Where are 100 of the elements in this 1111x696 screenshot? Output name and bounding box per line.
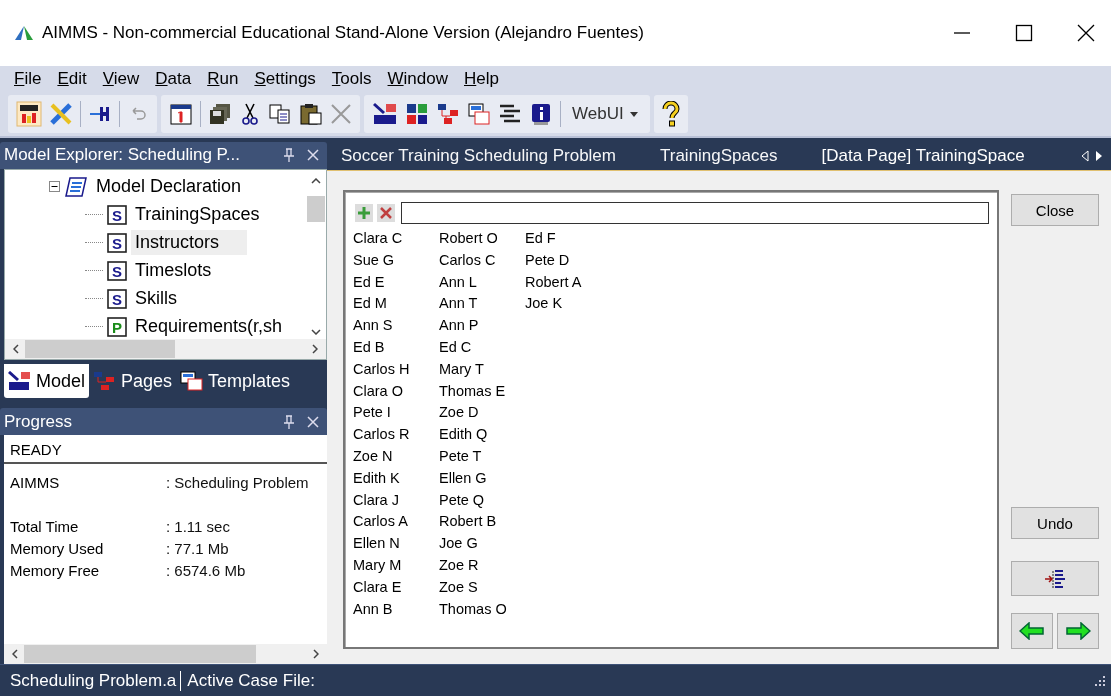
set-element[interactable]: Ed F <box>525 228 611 250</box>
set-element[interactable]: Zoe S <box>439 576 525 599</box>
cut-icon[interactable] <box>239 102 261 126</box>
add-icon[interactable] <box>355 204 373 222</box>
set-element[interactable]: Pete D <box>525 249 611 272</box>
set-element[interactable]: Joe G <box>439 533 525 555</box>
set-element[interactable]: Carlos H <box>353 358 439 381</box>
set-element[interactable]: Clara C <box>353 228 439 250</box>
menu-item[interactable]: Window <box>381 69 454 89</box>
close-button[interactable]: Close <box>1011 194 1099 226</box>
info-icon[interactable] <box>529 102 553 126</box>
horizontal-scrollbar[interactable] <box>5 339 326 360</box>
menu-item[interactable]: File <box>8 69 48 89</box>
paste-icon[interactable] <box>299 102 323 126</box>
set-element[interactable]: Ed E <box>353 271 439 294</box>
set-element[interactable]: Zoe N <box>353 445 439 468</box>
tree-button[interactable] <box>1011 561 1099 596</box>
set-element[interactable]: Ann T <box>439 293 525 316</box>
set-element[interactable]: Zoe D <box>439 402 525 425</box>
input-field[interactable] <box>401 202 989 224</box>
set-element[interactable]: Pete T <box>439 445 525 468</box>
set-element[interactable]: Mary M <box>353 554 439 577</box>
panel-tab[interactable]: Templates <box>176 364 295 398</box>
tab-left-icon[interactable] <box>1081 150 1089 162</box>
panel-tab[interactable]: Model <box>4 364 90 398</box>
set-element[interactable]: Thomas O <box>439 598 525 621</box>
set-element[interactable]: Thomas E <box>439 380 525 403</box>
maximize-icon[interactable] <box>1015 24 1033 42</box>
scroll-down-icon[interactable] <box>311 329 321 336</box>
tree-item[interactable]: Instructors <box>131 230 248 256</box>
set-element[interactable]: Ed B <box>353 337 439 359</box>
set-element[interactable]: Clara O <box>353 380 439 403</box>
info-label: AIMMS <box>10 473 61 493</box>
document-tab[interactable]: [Data Page] TrainingSpace <box>821 146 1025 166</box>
set-element[interactable]: Ann L <box>439 271 525 294</box>
menu-item[interactable]: Data <box>149 69 198 89</box>
set-element[interactable]: Robert O <box>439 228 525 250</box>
scroll-left-icon[interactable] <box>13 344 19 355</box>
scroll-thumb[interactable] <box>24 645 256 663</box>
set-icon: S <box>107 232 127 253</box>
set-element[interactable]: Joe K <box>525 293 611 316</box>
back-button[interactable] <box>1011 613 1053 649</box>
user-chart-icon[interactable] <box>16 101 42 127</box>
set-element[interactable]: Clara E <box>353 576 439 599</box>
set-element[interactable]: Sue G <box>353 249 439 272</box>
webui-dropdown[interactable]: WebUI <box>568 104 642 124</box>
set-element[interactable]: Ed C <box>439 337 525 359</box>
collapse-icon[interactable] <box>49 181 60 193</box>
pin-icon[interactable] <box>283 148 295 163</box>
set-element[interactable]: Robert A <box>525 271 611 294</box>
set-element[interactable]: Ellen G <box>439 467 525 490</box>
panel-tab[interactable]: Pages <box>89 364 177 398</box>
page-manager-icon[interactable] <box>436 102 460 126</box>
tree-item[interactable]: Requirements(r,sh <box>131 314 287 340</box>
set-element[interactable]: Ann S <box>353 315 439 337</box>
scroll-thumb[interactable] <box>25 340 175 359</box>
set-element[interactable]: Edith K <box>353 467 439 490</box>
undo-button[interactable]: Undo <box>1011 507 1099 539</box>
calendar-icon[interactable] <box>169 102 193 126</box>
menu-item[interactable]: Tools <box>325 69 378 89</box>
menu-item[interactable]: Help <box>458 69 505 89</box>
save-all-icon[interactable] <box>208 102 232 126</box>
menu-item[interactable]: View <box>96 69 146 89</box>
tree-item[interactable]: Model Declaration <box>92 174 246 200</box>
menu-item[interactable]: Run <box>201 69 245 89</box>
scroll-thumb[interactable] <box>307 195 325 222</box>
pin-icon[interactable] <box>283 414 295 429</box>
set-element[interactable]: Edith Q <box>439 424 525 446</box>
tab-right-icon[interactable] <box>1095 150 1103 162</box>
menu-item[interactable]: Edit <box>51 69 93 89</box>
set-element[interactable]: Robert B <box>439 511 525 534</box>
template-icon[interactable] <box>467 102 491 126</box>
set-element[interactable]: Ann P <box>439 315 525 337</box>
set-element[interactable]: Ann B <box>353 598 439 621</box>
set-element[interactable]: Pete I <box>353 402 439 425</box>
tree-item[interactable]: TrainingSpaces <box>131 202 264 228</box>
horizontal-scrollbar[interactable] <box>4 644 327 664</box>
close-icon[interactable] <box>1077 24 1095 42</box>
help-icon[interactable] <box>661 101 680 127</box>
copy-icon[interactable] <box>268 102 292 126</box>
delete-icon[interactable] <box>377 204 395 222</box>
scroll-right-icon[interactable] <box>313 649 319 659</box>
scroll-left-icon[interactable] <box>12 649 18 659</box>
document-tab[interactable]: TrainingSpaces <box>660 146 816 166</box>
set-element[interactable]: Mary T <box>439 358 525 381</box>
scroll-up-icon[interactable] <box>311 177 321 184</box>
set-element[interactable]: Pete Q <box>439 489 525 512</box>
document-tab[interactable]: Soccer Training Scheduling Problem <box>341 146 654 166</box>
set-element[interactable]: Carlos R <box>353 424 439 446</box>
set-element[interactable]: Zoe R <box>439 554 525 577</box>
set-element[interactable]: Ed M <box>353 293 439 316</box>
set-element[interactable]: Carlos C <box>439 249 525 272</box>
forward-button[interactable] <box>1057 613 1099 649</box>
tree-item[interactable]: Timeslots <box>131 258 216 284</box>
tree-item[interactable]: Skills <box>131 286 181 312</box>
set-element[interactable]: Clara J <box>353 489 439 512</box>
scroll-right-icon[interactable] <box>312 344 318 355</box>
set-element[interactable]: Ellen N <box>353 533 439 555</box>
menu-item[interactable]: Settings <box>248 69 322 89</box>
set-element[interactable]: Carlos A <box>353 511 439 534</box>
